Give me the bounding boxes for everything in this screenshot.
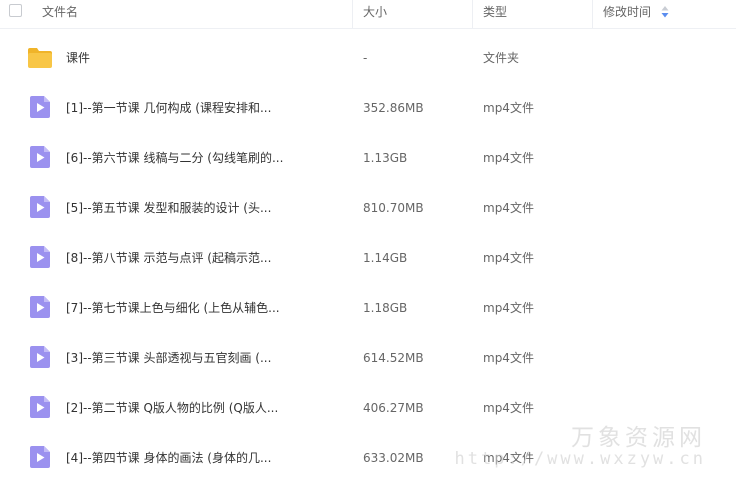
file-size: 1.14GB (363, 251, 408, 265)
file-row[interactable]: [8]--第八节课 示范与点评 (起稿示范... 1.14GB mp4文件 (0, 233, 736, 283)
file-row[interactable]: [5]--第五节课 发型和服装的设计 (头... 810.70MB mp4文件 (0, 183, 736, 233)
file-row[interactable]: [3]--第三节课 头部透视与五官刻画 (... 614.52MB mp4文件 (0, 333, 736, 383)
file-type: mp4文件 (483, 351, 534, 365)
file-name[interactable]: [1]--第一节课 几何构成 (课程安排和... (66, 83, 271, 133)
file-name[interactable]: [4]--第四节课 身体的画法 (身体的几... (66, 433, 271, 483)
video-file-icon[interactable] (30, 396, 50, 418)
file-size: - (363, 51, 368, 65)
video-file-icon[interactable] (30, 96, 50, 118)
column-header-size[interactable]: 大小 (363, 0, 387, 28)
video-file-icon[interactable] (30, 296, 50, 318)
column-divider[interactable] (472, 0, 473, 28)
file-size: 406.27MB (363, 401, 424, 415)
video-file-icon[interactable] (30, 246, 50, 268)
watermark-url: http://www.wxzyw.cn (454, 449, 706, 469)
file-row[interactable]: [6]--第六节课 线稿与二分 (勾线笔刷的... 1.13GB mp4文件 (0, 133, 736, 183)
sort-descending-icon[interactable] (661, 5, 669, 19)
file-type: mp4文件 (483, 101, 534, 115)
file-size: 614.52MB (363, 351, 424, 365)
file-row[interactable]: [1]--第一节课 几何构成 (课程安排和... 352.86MB mp4文件 (0, 83, 736, 133)
file-type: mp4文件 (483, 301, 534, 315)
file-name[interactable]: [2]--第二节课 Q版人物的比例 (Q版人... (66, 383, 278, 433)
select-all-checkbox[interactable] (9, 4, 22, 17)
column-header-name[interactable]: 文件名 (42, 0, 78, 28)
file-name[interactable]: [8]--第八节课 示范与点评 (起稿示范... (66, 233, 271, 283)
file-type: 文件夹 (483, 51, 520, 65)
folder-icon[interactable] (27, 47, 53, 69)
video-file-icon[interactable] (30, 346, 50, 368)
video-file-icon[interactable] (30, 196, 50, 218)
file-size: 810.70MB (363, 201, 424, 215)
file-type: mp4文件 (483, 251, 534, 265)
file-list-header: 文件名 大小 类型 修改时间 (0, 0, 736, 29)
file-type: mp4文件 (483, 151, 534, 165)
file-name[interactable]: [3]--第三节课 头部透视与五官刻画 (... (66, 333, 271, 383)
column-divider[interactable] (352, 0, 353, 28)
watermark-title: 万象资源网 (571, 425, 706, 451)
file-size: 352.86MB (363, 101, 424, 115)
file-name[interactable]: 课件 (66, 33, 90, 83)
file-name[interactable]: [7]--第七节课上色与细化 (上色从辅色... (66, 283, 280, 333)
video-file-icon[interactable] (30, 446, 50, 468)
file-name[interactable]: [5]--第五节课 发型和服装的设计 (头... (66, 183, 271, 233)
file-size: 633.02MB (363, 451, 424, 465)
folder-row[interactable]: 课件 - 文件夹 (0, 33, 736, 83)
column-header-type[interactable]: 类型 (483, 0, 507, 28)
column-header-modified[interactable]: 修改时间 (603, 0, 651, 28)
file-name[interactable]: [6]--第六节课 线稿与二分 (勾线笔刷的... (66, 133, 283, 183)
video-file-icon[interactable] (30, 146, 50, 168)
file-size: 1.18GB (363, 301, 408, 315)
watermark: 万象资源网 http://www.wxzyw.cn (455, 418, 736, 493)
file-size: 1.13GB (363, 151, 408, 165)
column-divider[interactable] (592, 0, 593, 28)
file-row[interactable]: [7]--第七节课上色与细化 (上色从辅色... 1.18GB mp4文件 (0, 283, 736, 333)
file-type: mp4文件 (483, 201, 534, 215)
